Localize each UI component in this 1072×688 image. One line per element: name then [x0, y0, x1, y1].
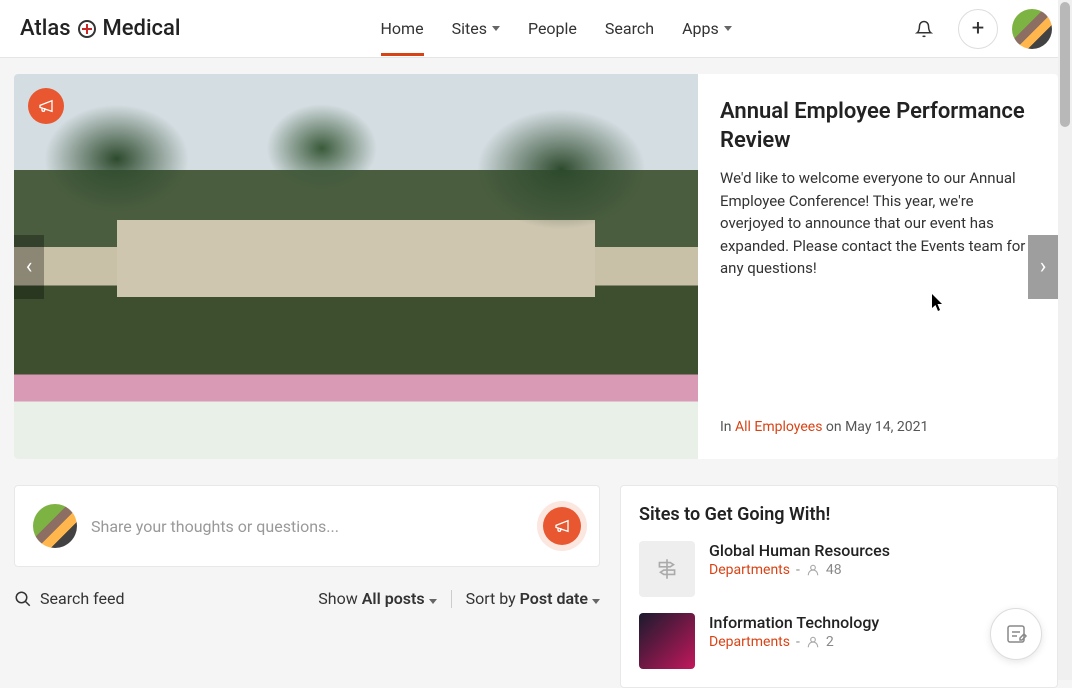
logo-text-1: Atlas	[20, 16, 71, 41]
site-member-count: 2	[826, 634, 834, 650]
announcement-image	[14, 74, 698, 459]
announcement-meta: In All Employees on May 14, 2021	[720, 419, 1036, 435]
site-category-link[interactable]: Departments	[709, 634, 790, 650]
primary-nav: Home Sites People Search Apps	[381, 1, 732, 56]
nav-apps[interactable]: Apps	[682, 1, 732, 56]
carousel-prev-button[interactable]: ‹	[14, 235, 44, 299]
carousel-next-button[interactable]: ›	[1028, 235, 1058, 299]
chevron-down-icon	[429, 599, 437, 604]
chevron-down-icon	[492, 26, 500, 31]
megaphone-icon	[38, 98, 54, 114]
person-icon	[806, 635, 820, 649]
nav-people[interactable]: People	[528, 1, 577, 56]
chevron-down-icon	[592, 599, 600, 604]
feed-sort-filter[interactable]: Sort by Post date	[466, 589, 600, 608]
nav-search[interactable]: Search	[605, 1, 654, 56]
site-icon	[639, 613, 695, 669]
nav-sites[interactable]: Sites	[452, 1, 500, 56]
plus-icon: +	[972, 16, 984, 41]
site-list-item[interactable]: Global Human Resources Departments - 48	[639, 541, 1039, 597]
top-header: Atlas Medical Home Sites People Search A…	[0, 0, 1072, 58]
divider	[451, 590, 452, 608]
chevron-down-icon	[724, 26, 732, 31]
composer-avatar	[33, 504, 77, 548]
announcement-description: We'd like to welcome everyone to our Ann…	[720, 167, 1036, 280]
nav-home[interactable]: Home	[381, 1, 424, 56]
person-icon	[806, 563, 820, 577]
bell-icon	[915, 20, 933, 38]
announcement-site-link[interactable]: All Employees	[735, 419, 822, 435]
brand-logo[interactable]: Atlas Medical	[20, 16, 181, 41]
site-member-count: 48	[826, 562, 842, 578]
compose-icon	[1004, 622, 1028, 646]
chevron-right-icon: ›	[1040, 254, 1047, 279]
announcement-carousel: ‹ Annual Employee Performance Review We'…	[14, 74, 1058, 459]
user-avatar[interactable]	[1012, 9, 1052, 49]
sites-panel: Sites to Get Going With! Global Human Re…	[620, 485, 1058, 688]
feed-show-filter[interactable]: Show All posts	[318, 589, 436, 608]
site-name: Information Technology	[709, 613, 879, 632]
create-button[interactable]: +	[958, 9, 998, 49]
search-feed-button[interactable]: Search feed	[14, 589, 124, 608]
compose-fab[interactable]	[990, 608, 1042, 660]
announcement-title: Annual Employee Performance Review	[720, 98, 1036, 155]
post-composer[interactable]: Share your thoughts or questions...	[14, 485, 600, 567]
composer-input[interactable]: Share your thoughts or questions...	[91, 517, 529, 536]
megaphone-icon	[554, 518, 570, 534]
medical-cross-icon	[78, 20, 96, 38]
announcement-badge	[28, 88, 64, 124]
notifications-button[interactable]	[904, 9, 944, 49]
chevron-left-icon: ‹	[26, 254, 33, 279]
sites-panel-title: Sites to Get Going With!	[639, 504, 1039, 525]
site-icon	[639, 541, 695, 597]
announcement-type-button[interactable]	[543, 507, 581, 545]
search-icon	[14, 590, 32, 608]
scrollbar-thumb[interactable]	[1060, 2, 1070, 127]
site-category-link[interactable]: Departments	[709, 562, 790, 578]
site-list-item[interactable]: Information Technology Departments - 2	[639, 613, 1039, 669]
site-name: Global Human Resources	[709, 541, 890, 560]
logo-text-2: Medical	[103, 16, 181, 41]
signpost-icon	[654, 556, 680, 582]
